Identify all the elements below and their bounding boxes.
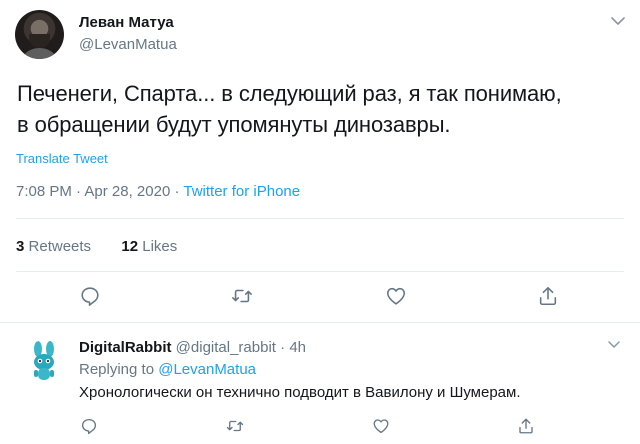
tweet-meta: 7:08 PM · Apr 28, 2020 · Twitter for iPh…: [16, 183, 300, 200]
share-icon[interactable]: [537, 285, 559, 307]
reply-header: DigitalRabbit @digital_rabbit · 4h: [79, 339, 306, 356]
reply-author-handle[interactable]: @digital_rabbit: [176, 339, 276, 356]
reply-author-name[interactable]: DigitalRabbit: [79, 339, 172, 356]
caret-down-icon[interactable]: [606, 336, 622, 352]
avatar-shirt: [19, 48, 60, 59]
retweet-icon[interactable]: [231, 285, 253, 307]
tweet-actions: [0, 285, 640, 313]
divider: [16, 218, 624, 219]
likes-count: 12: [121, 238, 139, 255]
main-tweet: Леван Матуа @LevanMatua Печенеги, Спарта…: [0, 0, 640, 322]
author-name[interactable]: Леван Матуа: [79, 14, 174, 31]
like-icon[interactable]: [385, 285, 407, 307]
replying-to-mention[interactable]: @LevanMatua: [158, 361, 256, 378]
replying-to: Replying to @LevanMatua: [79, 361, 256, 378]
meta-separator: ·: [76, 183, 82, 200]
tweet-text: Печенеги, Спарта... в следующий раз, я т…: [17, 78, 627, 140]
author-handle[interactable]: @LevanMatua: [79, 36, 177, 53]
divider: [16, 271, 624, 272]
like-icon[interactable]: [372, 417, 390, 435]
likes-label: Likes: [142, 238, 178, 255]
tweet-source[interactable]: Twitter for iPhone: [183, 183, 300, 200]
reply-actions: [0, 417, 640, 439]
reply-text: Хронологически он технично подводит в Ва…: [79, 384, 521, 401]
avatar-beard: [29, 34, 50, 48]
retweets-stat[interactable]: 3 Retweets: [16, 238, 91, 255]
meta-separator: ·: [174, 183, 180, 200]
author-avatar[interactable]: [15, 10, 64, 59]
translate-tweet-link[interactable]: Translate Tweet: [16, 151, 108, 166]
tweet-text-line-1: Печенеги, Спарта... в следующий раз, я т…: [17, 81, 562, 106]
retweets-count: 3: [16, 238, 25, 255]
caret-down-icon[interactable]: [609, 12, 627, 30]
reply-age[interactable]: 4h: [289, 339, 306, 356]
retweets-label: Retweets: [28, 238, 92, 255]
reply-separator: ·: [280, 339, 286, 356]
tweet-text-line-2: в обращении будут упомянуты динозавры.: [17, 112, 451, 137]
reply-tweet[interactable]: DigitalRabbit @digital_rabbit · 4h Reply…: [0, 323, 640, 444]
likes-stat[interactable]: 12 Likes: [121, 238, 177, 255]
tweet-stats: 3 Retweets 12 Likes: [16, 238, 177, 255]
tweet-date[interactable]: Apr 28, 2020: [84, 183, 170, 200]
reply-icon[interactable]: [79, 285, 101, 307]
tweet-time[interactable]: 7:08 PM: [16, 183, 72, 200]
share-icon[interactable]: [517, 417, 535, 435]
replying-to-label: Replying to: [79, 361, 155, 378]
reply-icon[interactable]: [80, 417, 98, 435]
reply-avatar[interactable]: [23, 340, 67, 384]
retweet-icon[interactable]: [226, 417, 244, 435]
